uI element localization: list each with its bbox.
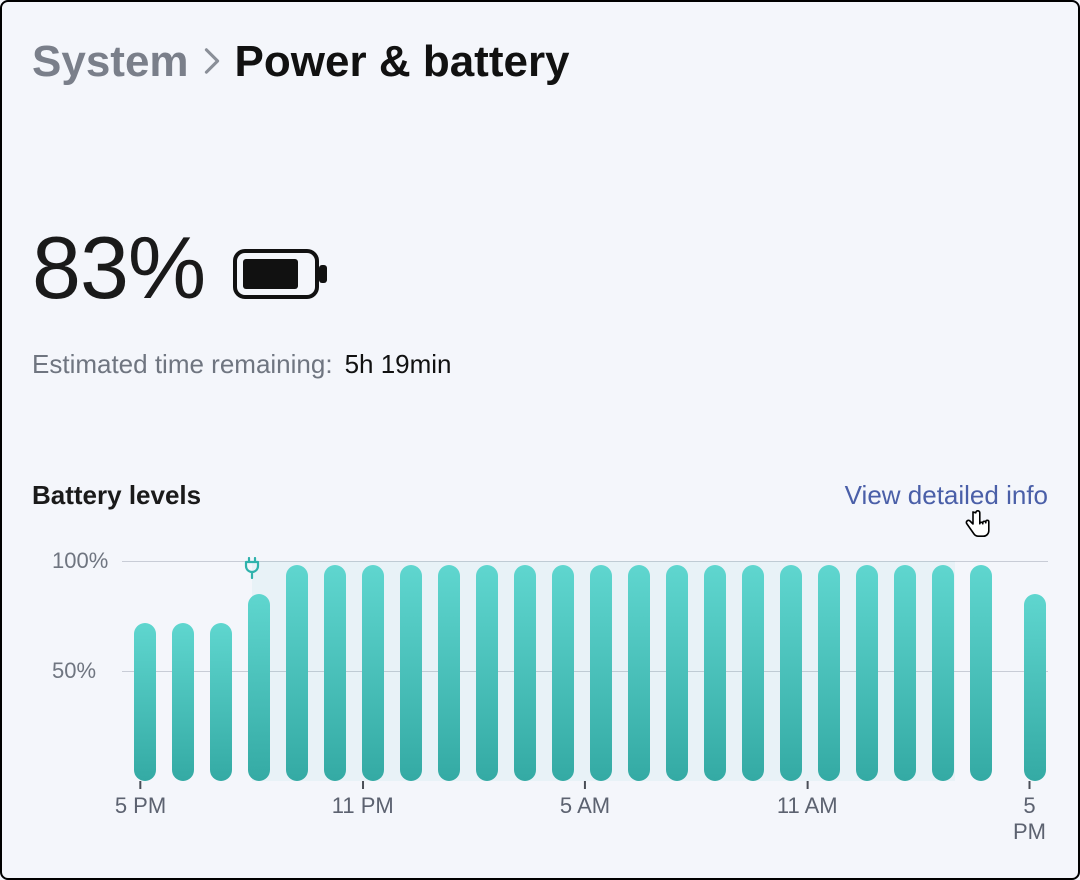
battery-estimate: Estimated time remaining: 5h 19min [32,349,1048,380]
y-axis-label: 100% [52,548,108,574]
battery-bar [286,565,308,781]
bar-slot [248,561,270,781]
battery-bar [932,565,954,781]
bar-slot [818,561,840,781]
bars-container [122,561,1048,781]
battery-bar [552,565,574,781]
battery-bar [400,565,422,781]
battery-bar [742,565,764,781]
battery-bar [172,623,194,781]
bar-slot [286,561,308,781]
battery-bar [1024,594,1046,781]
y-axis-label: 50% [52,658,96,684]
x-axis-label: 5 PM [115,781,166,819]
x-axis-label: 11 AM [777,781,838,819]
bar-slot [210,561,232,781]
bar-slot [134,561,156,781]
bar-slot [894,561,916,781]
bar-slot [552,561,574,781]
battery-bar [362,565,384,781]
battery-bar [514,565,536,781]
bar-slot [514,561,536,781]
bar-slot [932,561,954,781]
battery-chart: 5 PM11 PM5 AM11 AM5 PM 50%100% [32,531,1048,821]
battery-bar [818,565,840,781]
page-title: Power & battery [235,37,570,87]
detail-link-label: View detailed info [845,480,1048,510]
battery-bar [248,594,270,781]
battery-bar [324,565,346,781]
bar-slot [438,561,460,781]
bar-slot [742,561,764,781]
bar-slot [666,561,688,781]
bar-slot [704,561,726,781]
breadcrumb-parent[interactable]: System [32,37,189,87]
battery-bar [894,565,916,781]
battery-bar [970,565,992,781]
battery-chart-section: Battery levels View detailed info 5 PM 11… [32,480,1048,821]
battery-bar [590,565,612,781]
battery-icon [233,247,329,306]
bar-slot [362,561,384,781]
bar-slot [476,561,498,781]
battery-headline: 83% [32,217,1048,319]
battery-bar [134,623,156,781]
battery-percent: 83% [32,217,205,319]
bar-slot [590,561,612,781]
battery-bar [210,623,232,781]
bar-slot [628,561,650,781]
bar-slot [780,561,802,781]
estimate-label: Estimated time remaining: [32,349,333,380]
battery-bar [856,565,878,781]
bar-slot [970,561,992,781]
view-detailed-info-link[interactable]: View detailed info [845,480,1048,511]
x-axis-label: 5 PM [1013,781,1046,845]
bar-slot [172,561,194,781]
bar-slot [1024,561,1046,781]
chevron-right-icon [203,47,221,82]
battery-bar [704,565,726,781]
bar-slot [856,561,878,781]
bar-slot [400,561,422,781]
x-axis-label: 11 PM [332,781,394,819]
battery-bar [438,565,460,781]
chart-title: Battery levels [32,480,201,511]
x-axis-label: 5 AM [560,781,610,819]
breadcrumb: System Power & battery [32,37,1048,87]
battery-bar [628,565,650,781]
bar-slot [324,561,346,781]
estimate-value: 5h 19min [345,349,452,380]
battery-bar [476,565,498,781]
battery-bar [666,565,688,781]
battery-bar [780,565,802,781]
